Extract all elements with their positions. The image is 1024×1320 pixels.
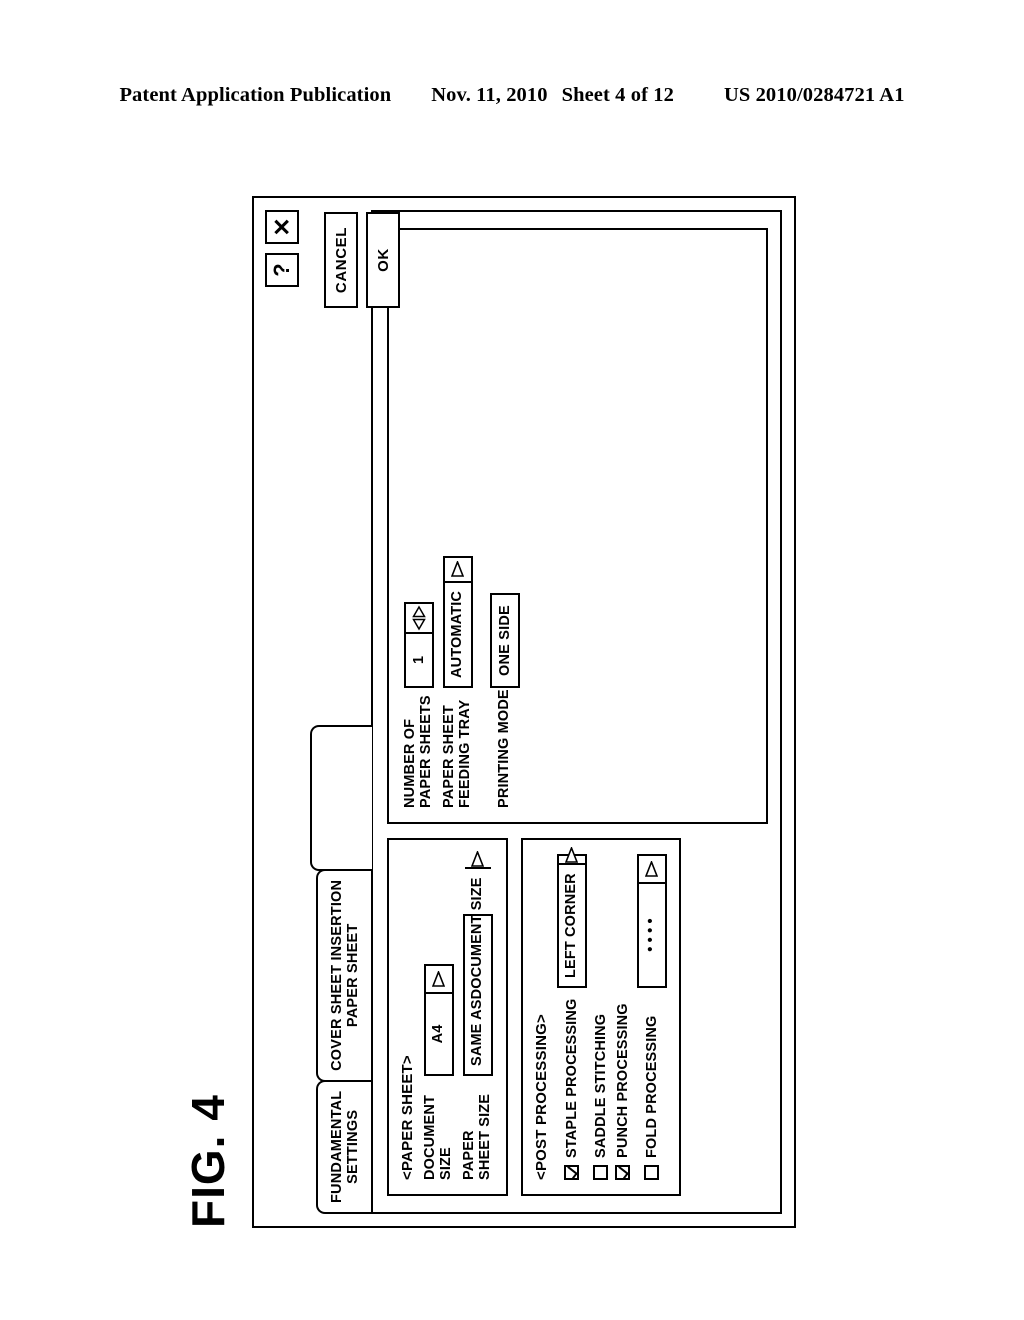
dialog-content: <PAPER SHEET> DOCUMENT SIZE A4 PAPER SHE… — [371, 210, 782, 1214]
document-size-label: DOCUMENT SIZE — [422, 1095, 454, 1180]
header-date: Nov. 11, 2010 — [431, 84, 548, 106]
chevron-down-icon[interactable] — [558, 847, 585, 866]
number-of-paper-sheets-label: NUMBER OF PAPER SHEETS — [402, 695, 434, 808]
tab-label-line2: SETTINGS — [345, 1109, 361, 1184]
punch-processing-checkbox[interactable] — [615, 1165, 631, 1180]
tab-cover-sheet-insertion[interactable]: COVER SHEET INSERTION PAPER SHEET — [316, 868, 372, 1082]
chevron-down-icon[interactable] — [638, 856, 665, 884]
paper-sheet-group-title: <PAPER SHEET> — [399, 1055, 416, 1180]
tab-active-blank[interactable] — [310, 724, 372, 871]
tab-label-line1: FUNDAMENTAL — [328, 1090, 345, 1203]
left-column: <PAPER SHEET> DOCUMENT SIZE A4 PAPER SHE… — [387, 838, 768, 1196]
staple-processing-checkbox[interactable] — [564, 1165, 580, 1180]
fold-processing-checkbox[interactable] — [644, 1165, 660, 1180]
document-size-dropdown[interactable]: A4 — [423, 964, 454, 1076]
right-column: NUMBER OF PAPER SHEETS 1 PAPER SHEET FEE… — [387, 228, 768, 824]
paper-sheet-feeding-tray-label: PAPER SHEET FEEDING TRAY — [440, 699, 473, 808]
dialog-stage: ? ✕ FUNDAMENTAL SETTINGS COVER SHEET INS… — [252, 196, 796, 1228]
chevron-down-icon[interactable] — [444, 558, 471, 583]
staple-position-value: LEFT CORNER — [562, 873, 579, 978]
dialog-action-buttons: CANCEL OK — [324, 212, 400, 308]
paper-sheet-feeding-tray-dropdown[interactable]: AUTOMATIC — [442, 556, 473, 688]
saddle-stitching-checkbox[interactable] — [593, 1165, 609, 1180]
dialog-titlebar: ? ✕ — [254, 198, 310, 1226]
paper-sheet-feeding-tray-value: AUTOMATIC — [448, 591, 465, 678]
ok-button[interactable]: OK — [366, 212, 400, 308]
header-sheet: Sheet 4 of 12 — [561, 84, 674, 106]
tab-fundamental-settings[interactable]: FUNDAMENTAL SETTINGS — [316, 1079, 372, 1214]
number-of-paper-sheets-stepper[interactable]: 1 — [403, 602, 434, 688]
patent-page: Patent Application Publication Nov. 11, … — [0, 0, 1024, 1320]
paper-sheet-size-label: PAPER SHEET SIZE — [460, 1093, 493, 1180]
stepper-arrows-icon[interactable] — [405, 604, 432, 634]
paper-sheet-size-value: SAME AS DOCUMENT SIZE — [468, 877, 485, 1066]
number-of-paper-sheets-row: NUMBER OF PAPER SHEETS 1 — [402, 244, 435, 808]
tab-strip: FUNDAMENTAL SETTINGS COVER SHEET INSERTI… — [310, 210, 372, 1214]
fold-processing-label: FOLD PROCESSING — [643, 1015, 660, 1158]
paper-sheet-feeding-tray-row: PAPER SHEET FEEDING TRAY AUTOMATIC — [440, 244, 474, 808]
printer-settings-dialog: ? ✕ FUNDAMENTAL SETTINGS COVER SHEET INS… — [252, 196, 796, 1228]
cancel-button[interactable]: CANCEL — [324, 212, 358, 308]
paper-sheet-group: <PAPER SHEET> DOCUMENT SIZE A4 PAPER SHE… — [387, 838, 508, 1196]
document-size-row: DOCUMENT SIZE A4 — [422, 854, 455, 1180]
paper-sheet-size-dropdown[interactable]: SAME AS DOCUMENT SIZE — [462, 851, 493, 1076]
paper-sheet-size-row: PAPER SHEET SIZE SAME AS DOCUMENT SIZE — [460, 851, 494, 1180]
close-icon[interactable]: ✕ — [265, 210, 299, 244]
help-icon[interactable]: ? — [265, 253, 299, 287]
header-publication: Patent Application Publication — [119, 84, 392, 106]
saddle-stitching-row: SADDLE STITCHING — [593, 854, 609, 1180]
printing-mode-row: PRINTING MODE ONE SIDE — [489, 244, 520, 808]
saddle-stitching-label: SADDLE STITCHING — [592, 1013, 609, 1158]
chevron-down-icon[interactable] — [425, 966, 452, 994]
number-of-paper-sheets-value: 1 — [410, 655, 427, 665]
fold-processing-value: • • • • — [642, 918, 659, 952]
tab-label-line2: PAPER SHEET — [345, 923, 361, 1028]
document-size-value: A4 — [430, 1024, 447, 1044]
settings-group: NUMBER OF PAPER SHEETS 1 PAPER SHEET FEE… — [387, 228, 768, 824]
printing-mode-label: PRINTING MODE — [495, 689, 512, 808]
punch-processing-row: PUNCH PROCESSING — [615, 854, 631, 1180]
fold-processing-row: FOLD PROCESSING • • • • — [636, 854, 667, 1180]
staple-processing-row: STAPLE PROCESSING LEFT CORNER — [556, 847, 587, 1180]
patent-header: Patent Application Publication Nov. 11, … — [0, 84, 1024, 107]
content-columns: <PAPER SHEET> DOCUMENT SIZE A4 PAPER SHE… — [387, 228, 768, 1196]
post-processing-group: <POST PROCESSING> STAPLE PROCESSING LEFT… — [520, 838, 681, 1196]
chevron-down-icon[interactable] — [464, 851, 491, 870]
figure-label: FIG. 4 — [182, 1094, 234, 1228]
punch-processing-label: PUNCH PROCESSING — [614, 1003, 631, 1158]
staple-position-dropdown[interactable]: LEFT CORNER — [556, 847, 587, 988]
header-patent-number: US 2010/0284721 A1 — [723, 84, 905, 106]
printing-mode-button[interactable]: ONE SIDE — [489, 593, 520, 688]
tab-label-line1: COVER SHEET INSERTION — [328, 879, 345, 1071]
post-processing-group-title: <POST PROCESSING> — [532, 1014, 550, 1180]
fold-processing-dropdown[interactable]: • • • • — [636, 854, 667, 988]
staple-processing-label: STAPLE PROCESSING — [563, 998, 580, 1158]
